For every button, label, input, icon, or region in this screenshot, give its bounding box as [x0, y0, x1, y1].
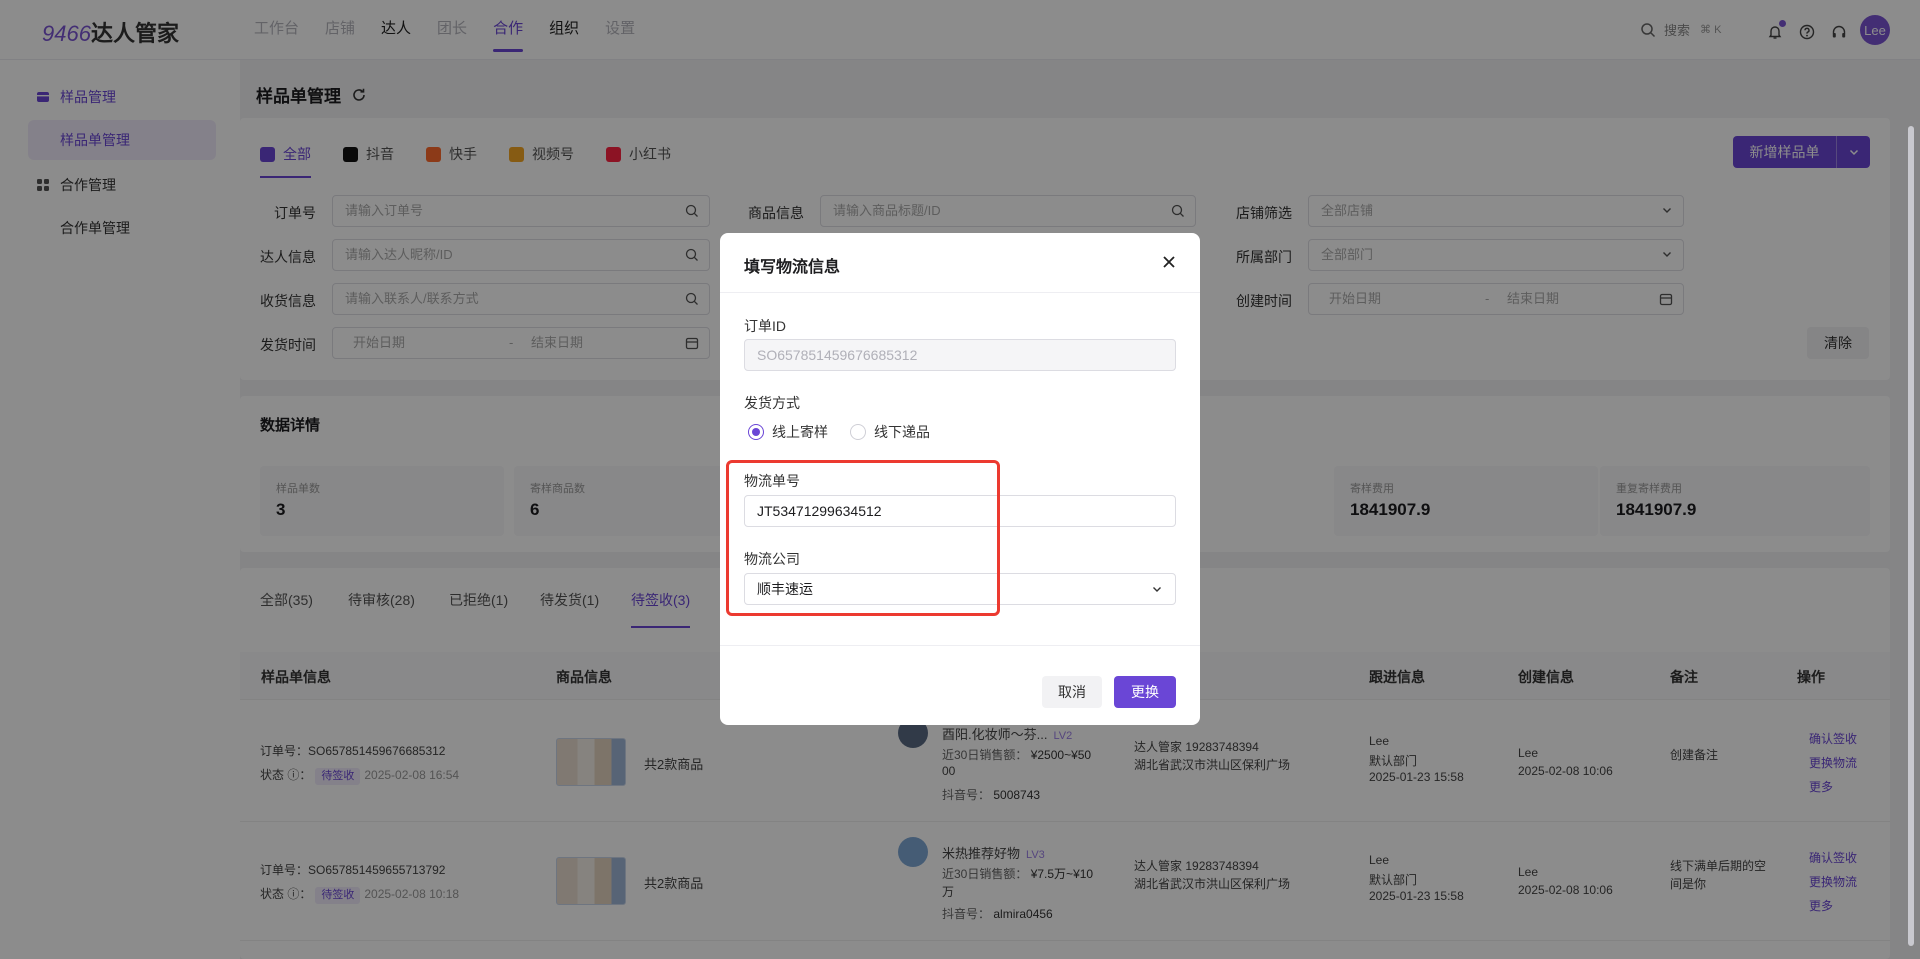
highlight-box: [726, 460, 1000, 616]
close-icon[interactable]: [1160, 253, 1178, 271]
page-scrollbar[interactable]: [1908, 126, 1914, 946]
chevron-down-icon: [1153, 587, 1161, 592]
order-id-field: SO657851459676685312: [744, 339, 1176, 371]
ship-online-radio[interactable]: 线上寄样: [748, 422, 828, 442]
cancel-button[interactable]: 取消: [1042, 676, 1102, 708]
ship-offline-radio[interactable]: 线下递品: [850, 422, 930, 442]
modal-header: 填写物流信息: [720, 233, 1200, 293]
modal-title: 填写物流信息: [744, 259, 841, 276]
ship-method-label: 发货方式: [744, 395, 800, 411]
order-id-label: 订单ID: [744, 318, 786, 334]
confirm-change-button[interactable]: 更换: [1114, 676, 1176, 708]
modal-footer: 取消 更换: [720, 645, 1200, 725]
